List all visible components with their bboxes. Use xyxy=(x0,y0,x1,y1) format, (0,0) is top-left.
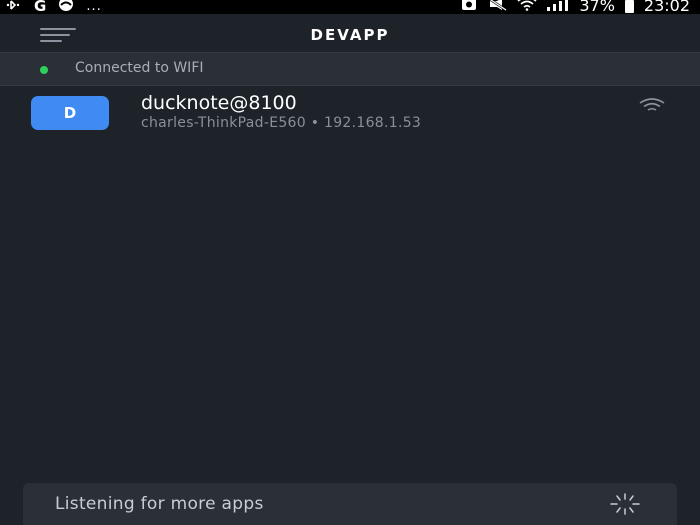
wifi-icon xyxy=(638,98,666,114)
battery-icon xyxy=(624,0,634,13)
app-title: DEVAPP xyxy=(310,26,390,44)
status-time: 23:02 xyxy=(643,0,690,15)
connection-banner: Connected to WIFI xyxy=(0,52,700,86)
more-notifications-icon: ... xyxy=(86,0,102,14)
app-header: DEVAPP xyxy=(0,14,700,52)
connection-status-text: Connected to WIFI xyxy=(75,60,204,76)
status-bar-right: 37% 23:02 xyxy=(461,0,690,15)
connection-status-dot-icon xyxy=(40,66,48,74)
status-bar-left: G ... xyxy=(6,0,102,15)
device-name: ducknote@8100 xyxy=(141,92,297,114)
device-host: charles-ThinkPad-E560 • 192.168.1.53 xyxy=(141,115,422,131)
notification-icon xyxy=(56,0,76,15)
device-list-item[interactable]: D ducknote@8100 charles-ThinkPad-E560 • … xyxy=(0,86,700,140)
status-bar: G ... 37% 23:02 xyxy=(0,0,700,15)
battery-percentage: 37% xyxy=(579,0,615,15)
wifi-icon xyxy=(517,0,537,15)
loading-spinner-icon xyxy=(603,492,647,516)
listening-bar: Listening for more apps xyxy=(23,483,677,525)
signal-icon xyxy=(547,0,569,15)
alarm-icon xyxy=(461,0,477,15)
google-icon: G xyxy=(34,0,47,15)
bluetooth-icon xyxy=(6,0,24,14)
device-avatar: D xyxy=(31,96,109,130)
listening-text: Listening for more apps xyxy=(55,494,264,514)
mute-icon xyxy=(487,0,508,15)
